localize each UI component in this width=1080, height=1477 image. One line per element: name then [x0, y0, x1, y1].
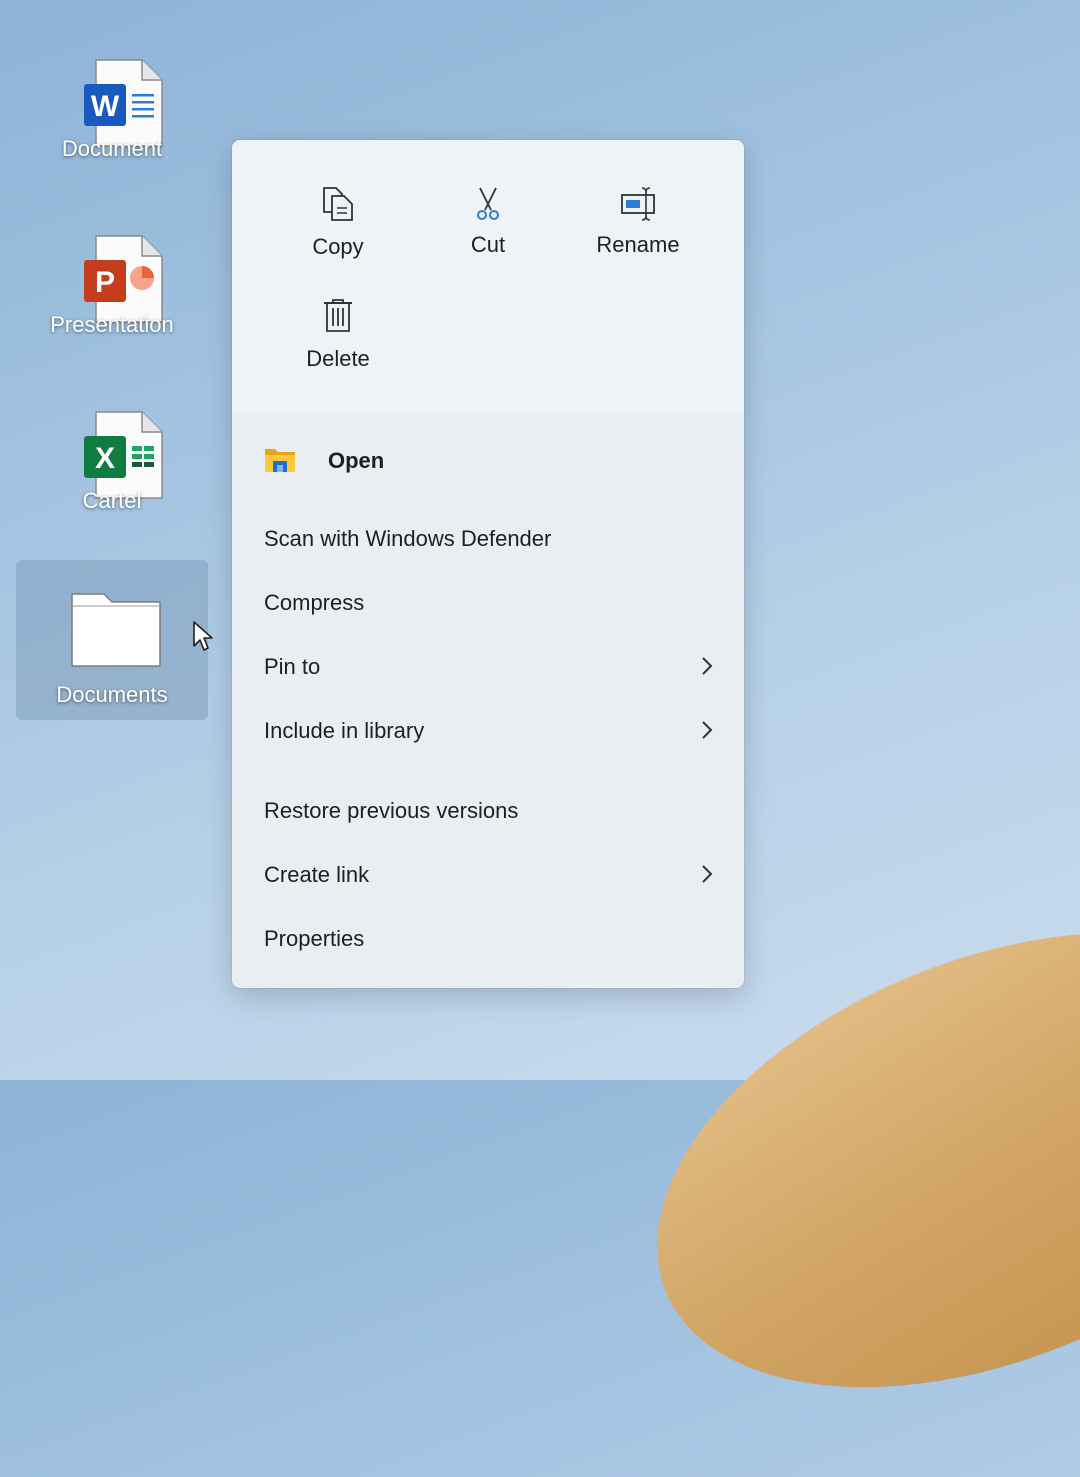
- menu-item-label: Compress: [264, 590, 365, 615]
- rename-button[interactable]: Rename: [563, 186, 713, 286]
- quick-action-label: Rename: [596, 232, 680, 257]
- desktop-icon-presentation[interactable]: P Presentation: [16, 218, 208, 378]
- menu-item-label: Create link: [264, 862, 370, 887]
- menu-item-compress[interactable]: Compress: [232, 576, 744, 630]
- menu-item-label: Properties: [264, 926, 365, 951]
- menu-item-pin-to[interactable]: Pin to: [232, 640, 744, 694]
- delete-button[interactable]: Delete: [263, 298, 413, 398]
- word-file-icon: W: [84, 59, 163, 147]
- menu-item-scan-defender[interactable]: Scan with Windows Defender: [232, 512, 744, 566]
- desktop-icon-cartel[interactable]: X Cartel: [16, 394, 208, 554]
- powerpoint-file-icon: P: [84, 235, 163, 323]
- menu-item-include-in-library[interactable]: Include in library: [232, 704, 744, 758]
- cut-button[interactable]: Cut: [413, 186, 563, 286]
- rename-icon: [621, 187, 655, 221]
- quick-action-label: Cut: [470, 232, 506, 257]
- chevron-right-icon: [702, 657, 713, 675]
- menu-item-label: Open: [328, 448, 385, 473]
- menu-item-label: Restore previous versions: [264, 798, 519, 823]
- folder-icon: [71, 593, 161, 667]
- desktop-icon-document[interactable]: W Document: [16, 42, 208, 202]
- quick-action-label: Delete: [306, 346, 370, 371]
- excel-file-icon: X: [84, 411, 163, 499]
- menu-item-label: Pin to: [264, 654, 321, 679]
- menu-item-create-link[interactable]: Create link: [232, 848, 744, 902]
- svg-text:W: W: [91, 90, 120, 123]
- menu-item-properties[interactable]: Properties: [232, 912, 744, 966]
- menu-item-open[interactable]: Open: [232, 434, 744, 488]
- menu-item-label: Include in library: [264, 718, 425, 743]
- copy-button[interactable]: Copy: [263, 186, 413, 286]
- desktop-icon-label: Presentation: [50, 312, 174, 337]
- quick-actions-bar: Copy Cut Rename Delete: [232, 140, 744, 412]
- chevron-right-icon: [702, 721, 713, 739]
- file-explorer-icon: [265, 449, 295, 472]
- quick-action-label: Copy: [312, 234, 364, 259]
- scissors-icon: [477, 187, 499, 220]
- desktop-icon-label: Cartel: [82, 488, 142, 513]
- svg-text:P: P: [95, 266, 115, 299]
- menu-item-label: Scan with Windows Defender: [264, 526, 552, 551]
- desktop-icon-label: Documents: [56, 682, 168, 707]
- desktop-icon-documents-folder[interactable]: Documents: [16, 560, 208, 720]
- trash-icon: [324, 299, 352, 332]
- desktop-icon-label: Document: [61, 136, 163, 161]
- copy-icon: [323, 187, 353, 221]
- menu-item-restore-versions[interactable]: Restore previous versions: [232, 784, 744, 838]
- context-menu: Copy Cut Rename Delete Open Scan with Wi…: [232, 140, 744, 988]
- mouse-cursor-icon: [193, 621, 213, 651]
- svg-text:X: X: [95, 442, 115, 475]
- chevron-right-icon: [702, 865, 713, 883]
